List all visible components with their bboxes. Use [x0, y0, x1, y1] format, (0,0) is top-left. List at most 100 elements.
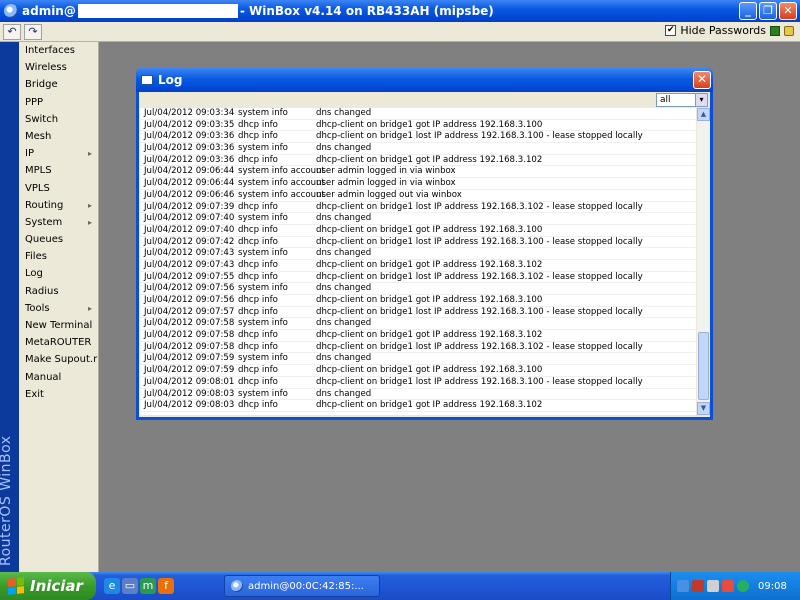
- log-topic: dhcp info: [238, 154, 278, 165]
- scroll-down-icon[interactable]: ▼: [697, 402, 710, 415]
- dropdown-arrow-icon[interactable]: ▾: [695, 94, 707, 106]
- log-row[interactable]: Jul/04/2012 09:08:03 system info dns chang…: [140, 389, 696, 401]
- log-message: dhcp-client on bridge1 got IP address 19…: [316, 400, 543, 411]
- log-topic: system info: [238, 283, 288, 294]
- firefox-icon[interactable]: f: [158, 578, 174, 594]
- log-topic: system info account: [238, 189, 325, 200]
- window-icon: [141, 75, 153, 85]
- menu-item-system[interactable]: System ▸: [19, 214, 98, 231]
- log-row[interactable]: Jul/04/2012 09:08:01 dhcp info dhcp-client…: [140, 377, 696, 389]
- taskbar-app-winbox[interactable]: admin@00:0C:42:85:...: [224, 575, 380, 597]
- log-time: Jul/04/2012 09:07:58: [144, 330, 235, 341]
- log-row[interactable]: Jul/04/2012 09:03:34 system info dns chang…: [140, 108, 696, 120]
- menu-item-make-supout-rif[interactable]: Make Supout.rif: [19, 351, 98, 368]
- menu-item-label: Exit: [25, 388, 44, 400]
- log-row[interactable]: Jul/04/2012 09:07:55 dhcp info dhcp-client…: [140, 272, 696, 284]
- log-time: Jul/04/2012 09:07:39: [144, 201, 235, 212]
- log-row[interactable]: Jul/04/2012 09:07:57 dhcp info dhcp-client…: [140, 307, 696, 319]
- log-row[interactable]: Jul/04/2012 09:08:03 dhcp info dhcp-client…: [140, 400, 696, 412]
- hide-passwords-checkbox[interactable]: ✔: [665, 25, 677, 36]
- mozilla-icon[interactable]: m: [140, 578, 156, 594]
- menu-item-mpls[interactable]: MPLS: [19, 162, 98, 179]
- menu-item-interfaces[interactable]: Interfaces: [19, 42, 98, 59]
- log-message: dhcp-client on bridge1 lost IP address 1…: [316, 341, 643, 352]
- menu-item-label: Mesh: [25, 130, 52, 142]
- menu-item-ppp[interactable]: PPP: [19, 94, 98, 111]
- log-scrollbar[interactable]: ▲ ▼: [697, 108, 710, 415]
- menu-item-bridge[interactable]: Bridge: [19, 76, 98, 93]
- menu-item-label: Make Supout.rif: [25, 354, 98, 366]
- menu-item-radius[interactable]: Radius: [19, 283, 98, 300]
- menu-item-label: Log: [25, 268, 43, 280]
- log-time: Jul/04/2012 09:07:42: [144, 236, 235, 247]
- menu-item-files[interactable]: Files: [19, 248, 98, 265]
- log-message: user admin logged in via winbox: [316, 178, 456, 189]
- log-time: Jul/04/2012 09:06:46: [144, 189, 235, 200]
- log-time: Jul/04/2012 09:03:36: [144, 143, 235, 154]
- log-title-bar[interactable]: Log ✕: [136, 68, 713, 92]
- network-icon[interactable]: [677, 580, 689, 592]
- log-topic: system info: [238, 388, 288, 399]
- menu-item-wireless[interactable]: Wireless: [19, 59, 98, 76]
- menu-item-label: Wireless: [25, 62, 67, 74]
- security-icon[interactable]: [692, 580, 704, 592]
- log-message: dhcp-client on bridge1 lost IP address 1…: [316, 376, 643, 387]
- menu-item-vpls[interactable]: VPLS: [19, 180, 98, 197]
- maximize-button[interactable]: ❐: [759, 2, 777, 20]
- log-list[interactable]: Jul/04/2012 09:03:34 system info dns chang…: [140, 108, 696, 415]
- log-time: Jul/04/2012 09:07:58: [144, 318, 235, 329]
- log-message: dhcp-client on bridge1 got IP address 19…: [316, 330, 543, 341]
- log-filter-value: all: [660, 95, 671, 105]
- antivirus-icon[interactable]: [722, 580, 734, 592]
- log-row[interactable]: Jul/04/2012 09:07:43 system info dns chang…: [140, 248, 696, 260]
- log-topic: dhcp info: [238, 295, 278, 305]
- menu-item-manual[interactable]: Manual: [19, 369, 98, 386]
- hide-passwords-control[interactable]: ✔ Hide Passwords: [665, 24, 794, 37]
- log-row[interactable]: Jul/04/2012 09:03:36 system info dns chang…: [140, 143, 696, 155]
- log-row[interactable]: Jul/04/2012 09:03:36 dhcp info dhcp-client…: [140, 155, 696, 167]
- log-message: dhcp-client on bridge1 lost IP address 1…: [316, 201, 643, 212]
- menu-item-metarouter[interactable]: MetaROUTER: [19, 334, 98, 351]
- log-row[interactable]: Jul/04/2012 09:03:36 dhcp info dhcp-client…: [140, 131, 696, 144]
- volume-icon[interactable]: [707, 580, 719, 592]
- log-row[interactable]: Jul/04/2012 09:07:59 dhcp info dhcp-client…: [140, 365, 696, 377]
- log-row[interactable]: Jul/04/2012 09:06:44 system info account u…: [140, 178, 696, 190]
- scroll-up-icon[interactable]: ▲: [697, 108, 710, 121]
- menu-item-routing[interactable]: Routing ▸: [19, 197, 98, 214]
- menu-item-log[interactable]: Log: [19, 265, 98, 282]
- update-icon[interactable]: [737, 580, 749, 592]
- close-button[interactable]: ✕: [779, 2, 797, 20]
- start-button[interactable]: Iniciar: [0, 572, 96, 600]
- log-row[interactable]: Jul/04/2012 09:07:58 dhcp info dhcp-client…: [140, 342, 696, 354]
- menu-item-mesh[interactable]: Mesh: [19, 128, 98, 145]
- log-row[interactable]: Jul/04/2012 09:07:58 system info dns chang…: [140, 318, 696, 331]
- log-row[interactable]: Jul/04/2012 09:07:58 dhcp info dhcp-client…: [140, 330, 696, 342]
- show-desktop-icon[interactable]: ▭: [122, 578, 138, 594]
- log-row[interactable]: Jul/04/2012 09:06:46 system info account u…: [140, 190, 696, 202]
- redo-button[interactable]: ↷: [24, 23, 42, 40]
- log-row[interactable]: Jul/04/2012 09:07:56 system info dns chang…: [140, 283, 696, 295]
- log-row[interactable]: Jul/04/2012 09:07:39 dhcp info dhcp-client…: [140, 202, 696, 214]
- menu-item-new-terminal[interactable]: New Terminal: [19, 317, 98, 334]
- log-close-button[interactable]: ✕: [693, 71, 711, 89]
- scrollbar-thumb[interactable]: [698, 332, 709, 400]
- log-row[interactable]: Jul/04/2012 09:07:40 dhcp info dhcp-client…: [140, 225, 696, 237]
- log-row[interactable]: Jul/04/2012 09:07:42 dhcp info dhcp-client…: [140, 237, 696, 249]
- ie-icon[interactable]: e: [104, 578, 120, 594]
- menu-item-queues[interactable]: Queues: [19, 231, 98, 248]
- menu-item-exit[interactable]: Exit: [19, 386, 98, 403]
- log-row[interactable]: Jul/04/2012 09:06:44 system info account u…: [140, 166, 696, 179]
- log-row[interactable]: Jul/04/2012 09:07:40 system info dns chang…: [140, 213, 696, 225]
- menu-item-ip[interactable]: IP ▸: [19, 145, 98, 162]
- minimize-button[interactable]: _: [739, 2, 757, 20]
- main-title-bar[interactable]: admin@ - WinBox v4.14 on RB433AH (mipsbe…: [0, 0, 800, 22]
- log-row[interactable]: Jul/04/2012 09:07:56 dhcp info dhcp-client…: [140, 295, 696, 307]
- clock[interactable]: 09:08: [758, 581, 787, 592]
- menu-item-tools[interactable]: Tools ▸: [19, 300, 98, 317]
- log-row[interactable]: Jul/04/2012 09:07:59 system info dns chang…: [140, 353, 696, 366]
- log-filter-select[interactable]: all ▾: [656, 93, 708, 107]
- log-row[interactable]: Jul/04/2012 09:03:35 dhcp info dhcp-client…: [140, 120, 696, 132]
- log-row[interactable]: Jul/04/2012 09:07:43 dhcp info dhcp-client…: [140, 260, 696, 272]
- undo-button[interactable]: ↶: [3, 23, 21, 40]
- menu-item-switch[interactable]: Switch: [19, 111, 98, 128]
